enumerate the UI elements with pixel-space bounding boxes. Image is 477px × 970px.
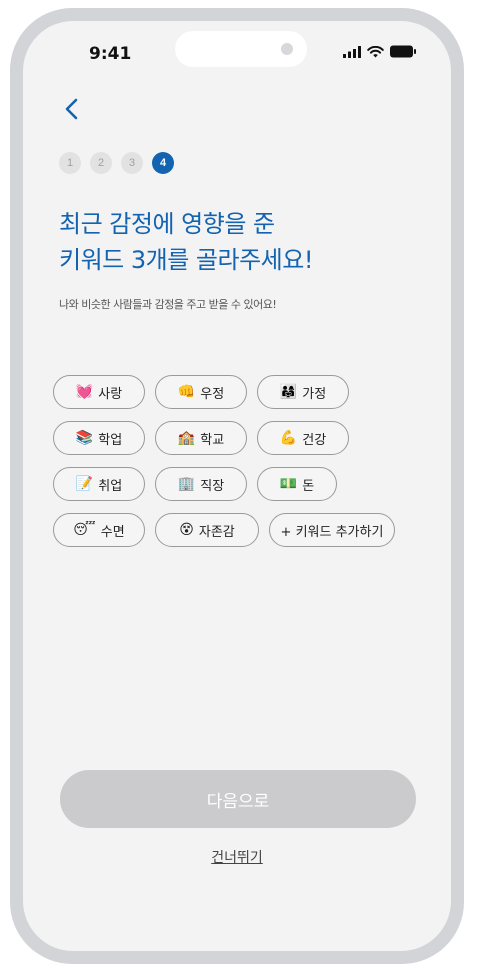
back-button[interactable] xyxy=(57,95,87,125)
phone-frame: 9:41 1 2 3 4 최근 감정에 영향을 준 키워드 3개를 골라주세요!… xyxy=(10,8,464,964)
add-keyword-button[interactable]: + 키워드 추가하기 xyxy=(269,513,395,547)
keyword-label: 건강 xyxy=(302,432,327,448)
keyword-row: 💓 사랑 👊 우정 👨‍👩‍👧 가정 xyxy=(53,375,423,409)
dollar-banknote-icon: 💵 xyxy=(279,476,298,492)
wifi-icon xyxy=(367,45,384,57)
school-icon: 🏫 xyxy=(177,430,196,446)
dizzy-face-icon: 😵 xyxy=(179,522,194,538)
title-line-1: 최근 감정에 영향을 준 xyxy=(59,210,275,238)
status-time: 9:41 xyxy=(89,44,132,64)
keyword-label: 가정 xyxy=(302,386,327,402)
keyword-label: 수면 xyxy=(100,524,125,540)
cellular-signal-icon xyxy=(343,45,361,58)
books-icon: 📚 xyxy=(75,430,94,446)
keyword-chip-health[interactable]: 💪 건강 xyxy=(257,421,349,455)
camera-icon xyxy=(281,43,293,55)
keyword-row: 😴 수면 😵 자존감 + 키워드 추가하기 xyxy=(53,513,423,547)
chevron-left-icon xyxy=(65,98,78,120)
status-icons xyxy=(343,45,417,58)
skip-link[interactable]: 건너뛰기 xyxy=(23,847,451,867)
step-3: 3 xyxy=(121,152,143,174)
keyword-chip-job[interactable]: 📝 취업 xyxy=(53,467,145,501)
step-2: 2 xyxy=(90,152,112,174)
step-1: 1 xyxy=(59,152,81,174)
status-bar: 9:41 xyxy=(23,21,451,81)
memo-icon: 📝 xyxy=(75,476,94,492)
step-indicator: 1 2 3 4 xyxy=(59,152,174,174)
keyword-chip-self-esteem[interactable]: 😵 자존감 xyxy=(155,513,259,547)
keyword-label: 취업 xyxy=(98,478,123,494)
keyword-label: 직장 xyxy=(200,478,225,494)
keyword-chip-friendship[interactable]: 👊 우정 xyxy=(155,375,247,409)
keyword-label: 자존감 xyxy=(198,524,235,540)
fist-icon: 👊 xyxy=(177,384,196,400)
heart-icon: 💓 xyxy=(75,384,94,400)
title-line-2: 키워드 3개를 골라주세요! xyxy=(59,246,313,274)
keyword-label: 사랑 xyxy=(98,386,123,402)
page-title: 최근 감정에 영향을 준 키워드 3개를 골라주세요! xyxy=(59,206,313,278)
keyword-label: 학업 xyxy=(98,432,123,448)
step-4-current: 4 xyxy=(152,152,174,174)
keyword-label: 돈 xyxy=(302,478,315,494)
keyword-row: 📝 취업 🏢 직장 💵 돈 xyxy=(53,467,423,501)
keyword-chip-workplace[interactable]: 🏢 직장 xyxy=(155,467,247,501)
keyword-chip-love[interactable]: 💓 사랑 xyxy=(53,375,145,409)
next-button[interactable]: 다음으로 xyxy=(60,770,416,828)
keyword-label: 우정 xyxy=(200,386,225,402)
page-subtitle: 나와 비슷한 사람들과 감정을 주고 받을 수 있어요! xyxy=(59,298,277,311)
keyword-chip-list: 💓 사랑 👊 우정 👨‍👩‍👧 가정 📚 학업 🏫 xyxy=(53,375,423,559)
keyword-chip-school[interactable]: 🏫 학교 xyxy=(155,421,247,455)
keyword-chip-study[interactable]: 📚 학업 xyxy=(53,421,145,455)
flexed-biceps-icon: 💪 xyxy=(279,430,298,446)
family-icon: 👨‍👩‍👧 xyxy=(279,384,298,400)
keyword-row: 📚 학업 🏫 학교 💪 건강 xyxy=(53,421,423,455)
app-screen: 9:41 1 2 3 4 최근 감정에 영향을 준 키워드 3개를 골라주세요!… xyxy=(23,21,451,951)
office-building-icon: 🏢 xyxy=(177,476,196,492)
sleeping-face-icon: 😴 xyxy=(73,522,96,538)
dynamic-island xyxy=(175,31,307,67)
battery-icon xyxy=(390,45,416,58)
keyword-chip-family[interactable]: 👨‍👩‍👧 가정 xyxy=(257,375,349,409)
keyword-chip-money[interactable]: 💵 돈 xyxy=(257,467,337,501)
keyword-chip-sleep[interactable]: 😴 수면 xyxy=(53,513,145,547)
keyword-label: 학교 xyxy=(200,432,225,448)
